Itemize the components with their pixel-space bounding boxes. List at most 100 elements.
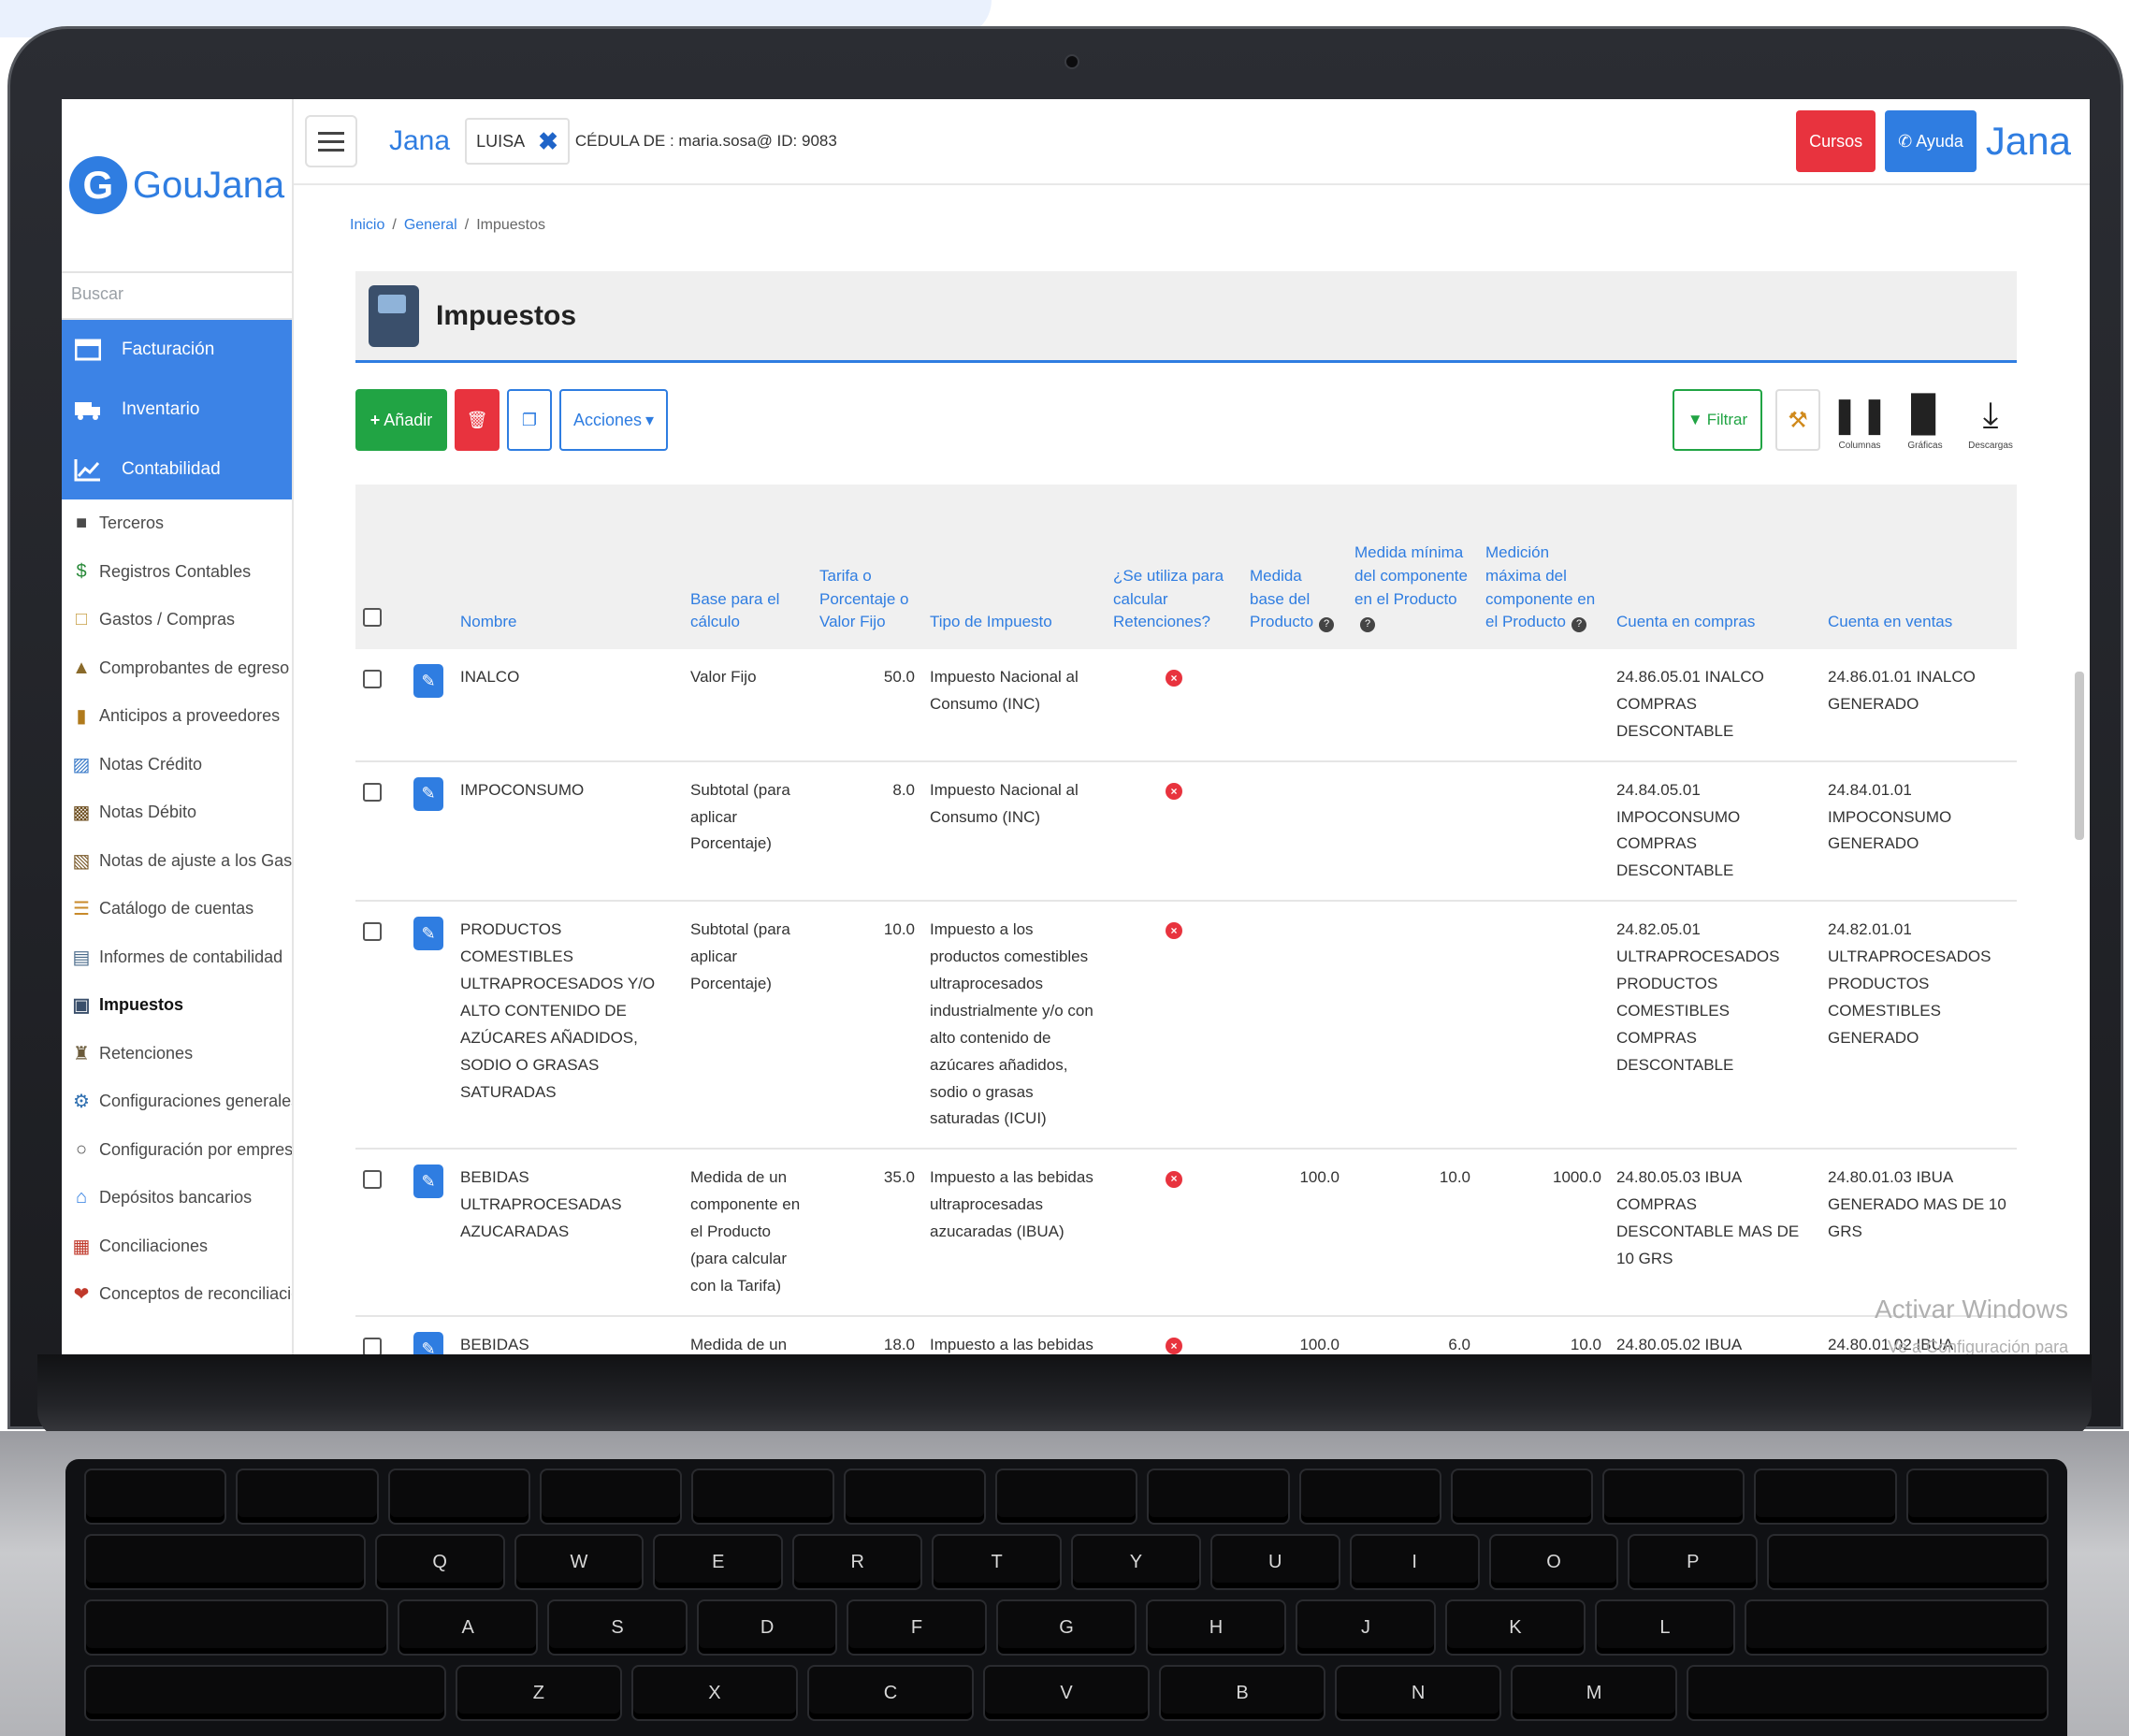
breadcrumb-general[interactable]: General (404, 217, 457, 234)
cursos-button[interactable]: Cursos (1796, 110, 1876, 172)
table-row[interactable]: ✎ IMPOCONSUMO Subtotal (para aplicar Por… (355, 760, 2017, 903)
cell-tipo: Impuesto a los productos comestibles ult… (922, 901, 1106, 1150)
sidebar-item-label: Terceros (99, 514, 165, 533)
vertical-scrollbar[interactable] (2075, 672, 2084, 840)
edit-button[interactable]: ✎ (413, 1165, 443, 1199)
cell-medida-base (1242, 649, 1347, 762)
cell-nombre: BEBIDAS ULTRAPROCESADAS (453, 1315, 683, 1356)
sidebar-item-comprobantes-egreso[interactable]: ▲ Comprobantes de egreso (62, 644, 292, 693)
info-icon[interactable]: ? (1360, 617, 1375, 633)
breadcrumb-separator: / (392, 217, 397, 233)
sidebar-item-informes-contabilidad[interactable]: ▤ Informes de contabilidad (62, 933, 292, 982)
ledger-icon: $ (76, 560, 87, 582)
brand-logo-small[interactable]: Jana (389, 125, 450, 157)
sidebar-search-input[interactable]: Buscar (62, 271, 292, 320)
edit-button[interactable]: ✎ (413, 776, 443, 811)
col-header-nombre[interactable]: Nombre (453, 485, 683, 649)
row-checkbox[interactable] (363, 1337, 382, 1356)
sidebar-item-anticipos-proveedores[interactable]: ▮ Anticipos a proveedores (62, 692, 292, 741)
key: U (1209, 1534, 1340, 1590)
col-header-medida-min[interactable]: Medida mínima del componente en el Produ… (1347, 485, 1478, 649)
col-header-cuenta-compras[interactable]: Cuenta en compras (1609, 485, 1820, 649)
edit-button[interactable]: ✎ (413, 1331, 443, 1356)
downloads-label: Descargas (1968, 441, 2013, 451)
cell-nombre: BEBIDAS ULTRAPROCESADAS AZUCARADAS (453, 1149, 683, 1317)
clear-filter-button[interactable]: ⚒ (1775, 389, 1820, 451)
filter-button[interactable]: ▼ Filtrar (1673, 389, 1762, 451)
brand-logo-big: Jana (1985, 119, 2071, 163)
col-header-medida-base[interactable]: Medida base del Producto? (1242, 485, 1347, 649)
table-row[interactable]: ✎ PRODUCTOS COMESTIBLES ULTRAPROCESADOS … (355, 901, 2017, 1150)
cell-retenciones: × (1106, 901, 1242, 1150)
pencil-icon: ✎ (421, 923, 436, 943)
sidebar-item-facturacion[interactable]: Facturación (62, 320, 292, 380)
sidebar-item-notas-credito[interactable]: ▨ Notas Crédito (62, 741, 292, 789)
windows-activation-watermark: Activar Windows (1875, 1295, 2068, 1324)
edit-button[interactable]: ✎ (413, 664, 443, 698)
sidebar-item-configuraciones-generales[interactable]: ⚙ Configuraciones generales (62, 1078, 292, 1126)
cell-tipo: Impuesto Nacional al Consumo (INC) (922, 649, 1106, 762)
row-checkbox[interactable] (363, 922, 382, 942)
menu-toggle-button[interactable] (305, 115, 357, 167)
sidebar-item-notas-debito[interactable]: ▩ Notas Débito (62, 788, 292, 837)
sidebar-item-conceptos-reconciliacion[interactable]: ❤ Conceptos de reconciliación (62, 1270, 292, 1319)
ayuda-button[interactable]: ✆ Ayuda (1885, 110, 1977, 172)
table-row[interactable]: ✎ BEBIDAS ULTRAPROCESADAS Medida de un c… (355, 1315, 2017, 1356)
sidebar-item-impuestos[interactable]: ▣ Impuestos (62, 981, 292, 1030)
col-header-cuenta-ventas[interactable]: Cuenta en ventas (1820, 485, 2017, 649)
key: S (547, 1599, 688, 1656)
no-status-icon: × (1166, 670, 1182, 687)
columns-button[interactable]: ❚❚ Columnas (1830, 398, 1890, 451)
breadcrumb-current: Impuestos (476, 217, 545, 233)
select-all-checkbox[interactable] (363, 608, 382, 628)
delete-button[interactable]: 🗑 (455, 389, 500, 451)
info-icon[interactable]: ? (1319, 617, 1335, 633)
sidebar-item-notas-ajuste[interactable]: ▧ Notas de ajuste a los Gastos (62, 837, 292, 886)
row-checkbox[interactable] (363, 670, 382, 688)
taxes-table: Nombre Base para el cálculo Tarifa o Por… (355, 485, 2017, 1356)
add-button[interactable]: + Añadir (355, 389, 447, 451)
col-header-tipo[interactable]: Tipo de Impuesto (922, 485, 1106, 649)
table-row[interactable]: ✎ INALCO Valor Fijo 50.0 Impuesto Nacion… (355, 649, 2017, 762)
cell-nombre: INALCO (453, 649, 683, 762)
col-header-medida-max[interactable]: Medición máxima del componente en el Pro… (1478, 485, 1609, 649)
cell-base: Medida de un componente en el Producto (… (683, 1149, 812, 1317)
row-checkbox[interactable] (363, 1170, 382, 1190)
sidebar-item-label: Configuraciones generales (99, 1092, 292, 1111)
key: A (398, 1599, 539, 1656)
charts-button[interactable]: ▉ Gráficas (1899, 398, 1951, 451)
keyboard: Q W E R T Y U I O P A S D F G H J K L Z … (65, 1459, 2067, 1736)
sidebar-item-gastos-compras[interactable]: □ Gastos / Compras (62, 596, 292, 644)
info-icon[interactable]: ? (1571, 617, 1586, 633)
copy-button[interactable]: ❐ (507, 389, 552, 451)
user-chip[interactable]: LUISA ✖ (465, 118, 570, 165)
col-header-tarifa[interactable]: Tarifa o Porcentaje o Valor Fijo (812, 485, 922, 649)
close-icon[interactable]: ✖ (538, 127, 558, 156)
broom-icon: ⚒ (1788, 407, 1808, 433)
sidebar-item-label: Inventario (122, 399, 200, 419)
keyboard-row: A S D F G H J K L (65, 1590, 2067, 1656)
sidebar-item-terceros[interactable]: ■ Terceros (62, 499, 292, 548)
actions-dropdown[interactable]: Acciones ▾ (559, 389, 668, 451)
sidebar-item-configuracion-empresa[interactable]: ○ Configuración por empresa (62, 1126, 292, 1175)
sidebar-item-registros-contables[interactable]: $ Registros Contables (62, 548, 292, 597)
col-header-retenciones[interactable]: ¿Se utiliza para calcular Retenciones? (1106, 485, 1242, 649)
col-header-base[interactable]: Base para el cálculo (683, 485, 812, 649)
sidebar-item-depositos-bancarios[interactable]: ⌂ Depósitos bancarios (62, 1174, 292, 1222)
logo-mark: G (68, 156, 127, 214)
sidebar-item-catalogo-cuentas[interactable]: ☰ Catálogo de cuentas (62, 885, 292, 933)
logo[interactable]: G GouJana (62, 99, 292, 271)
sidebar-item-label: Depósitos bancarios (99, 1188, 253, 1208)
sidebar-item-retenciones[interactable]: ♜ Retenciones (62, 1030, 292, 1078)
page-header: Impuestos (355, 271, 2017, 363)
keyboard-row: Z X C V B N M (65, 1656, 2067, 1721)
download-button[interactable]: ⤓ Descargas (1964, 398, 2017, 451)
row-checkbox[interactable] (363, 782, 382, 802)
edit-button[interactable]: ✎ (413, 917, 443, 951)
sidebar-item-conciliaciones[interactable]: ▦ Conciliaciones (62, 1222, 292, 1271)
table-row[interactable]: ✎ BEBIDAS ULTRAPROCESADAS AZUCARADAS Med… (355, 1149, 2017, 1317)
sidebar-item-contabilidad[interactable]: Contabilidad (62, 440, 292, 499)
sidebar-item-inventario[interactable]: Inventario (62, 380, 292, 440)
breadcrumb-inicio[interactable]: Inicio (350, 217, 384, 234)
columns-icon: ❚❚ (1830, 396, 1890, 435)
